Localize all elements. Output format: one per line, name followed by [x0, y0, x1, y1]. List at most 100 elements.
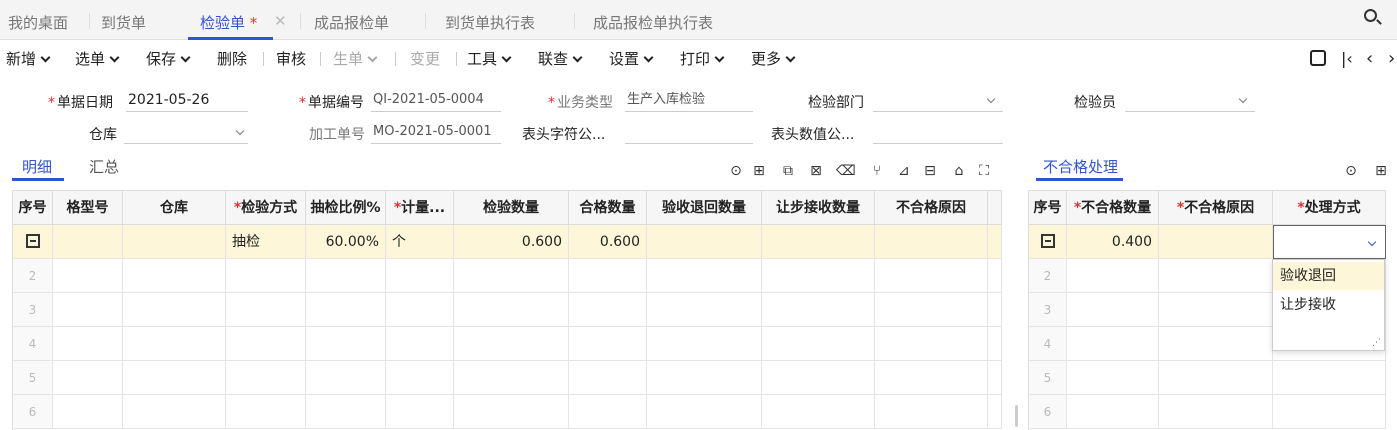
- column-header[interactable]: 验收退回数量: [647, 191, 762, 225]
- table-cell[interactable]: [1159, 361, 1273, 395]
- settings-button[interactable]: 设置: [609, 48, 654, 69]
- table-cell[interactable]: [454, 259, 569, 293]
- row-number[interactable]: 6: [13, 395, 53, 429]
- tab-detail[interactable]: 明细: [22, 156, 52, 177]
- table-cell[interactable]: [875, 361, 988, 395]
- table-cell[interactable]: [875, 293, 988, 327]
- table-cell[interactable]: [386, 395, 454, 429]
- fullscreen-icon[interactable]: ⛶: [976, 163, 992, 179]
- chevron-down-icon[interactable]: [1367, 237, 1377, 247]
- table-cell[interactable]: [226, 395, 306, 429]
- table-cell[interactable]: [386, 293, 454, 327]
- table-cell[interactable]: [647, 225, 762, 259]
- table-cell[interactable]: [762, 293, 875, 327]
- work-order-field[interactable]: MO-2021-05-0001: [371, 122, 501, 144]
- table-cell[interactable]: [1067, 327, 1159, 361]
- next-record-icon[interactable]: ›: [1388, 48, 1395, 69]
- handling-select[interactable]: [1273, 225, 1386, 259]
- scrollbar-thumb[interactable]: [1015, 405, 1018, 427]
- table-cell[interactable]: [53, 395, 123, 429]
- table-cell[interactable]: 60.00%: [306, 225, 386, 259]
- column-header[interactable]: 序号: [13, 191, 53, 225]
- table-cell[interactable]: [762, 327, 875, 361]
- table-cell[interactable]: 0.600: [454, 225, 569, 259]
- table-cell[interactable]: [306, 259, 386, 293]
- select-button[interactable]: 选单: [75, 48, 120, 69]
- table-cell[interactable]: [647, 361, 762, 395]
- table-cell[interactable]: [226, 327, 306, 361]
- table-cell[interactable]: [569, 361, 647, 395]
- table-cell[interactable]: 0.400: [1067, 225, 1159, 259]
- table-cell[interactable]: [226, 259, 306, 293]
- table-cell[interactable]: [762, 361, 875, 395]
- insert-row-icon[interactable]: ⊞: [1373, 163, 1389, 179]
- tools-button[interactable]: 工具: [467, 48, 512, 69]
- char-field-input[interactable]: [625, 122, 753, 144]
- doc-date-field[interactable]: 2021-05-26: [126, 90, 248, 112]
- table-cell[interactable]: [1067, 395, 1159, 429]
- save-button[interactable]: 保存: [146, 48, 191, 69]
- column-header[interactable]: 让步接收数量: [762, 191, 875, 225]
- resize-handle-icon[interactable]: ⋰: [1372, 338, 1381, 348]
- generate-button[interactable]: 生单: [333, 48, 378, 69]
- row-number[interactable]: 5: [13, 361, 53, 395]
- table-cell[interactable]: [306, 293, 386, 327]
- table-cell[interactable]: [1273, 361, 1386, 395]
- tab-desktop[interactable]: 我的桌面: [8, 12, 68, 33]
- table-cell[interactable]: [53, 259, 123, 293]
- inspector-select[interactable]: [1125, 90, 1255, 112]
- table-cell[interactable]: [762, 225, 875, 259]
- table-cell[interactable]: [569, 327, 647, 361]
- table-cell[interactable]: [1067, 293, 1159, 327]
- warehouse-select[interactable]: [124, 122, 248, 144]
- table-cell[interactable]: [386, 327, 454, 361]
- table-cell[interactable]: [226, 361, 306, 395]
- copy-row-icon[interactable]: ⧉: [780, 163, 796, 179]
- table-cell[interactable]: [647, 395, 762, 429]
- column-header[interactable]: 不合格原因: [875, 191, 988, 225]
- table-cell[interactable]: [1159, 327, 1273, 361]
- table-cell[interactable]: 0.600: [569, 225, 647, 259]
- location-icon[interactable]: ⊙: [728, 163, 744, 179]
- table-cell[interactable]: [762, 395, 875, 429]
- table-cell[interactable]: [53, 361, 123, 395]
- column-header[interactable]: 合格数量: [569, 191, 647, 225]
- column-header[interactable]: *不合格原因: [1159, 191, 1273, 225]
- tab-product-report-exec[interactable]: 成品报检单执行表: [593, 12, 713, 33]
- chart-icon[interactable]: ⊿: [896, 163, 912, 179]
- scan-icon[interactable]: [1310, 50, 1326, 66]
- tab-close-icon[interactable]: ✕: [274, 12, 287, 30]
- column-header[interactable]: *计量...: [386, 191, 454, 225]
- table-cell[interactable]: [386, 361, 454, 395]
- row-edit-icon[interactable]: [25, 234, 40, 248]
- location-icon[interactable]: ⊙: [1343, 163, 1359, 179]
- table-cell[interactable]: [1067, 361, 1159, 395]
- num-field-input[interactable]: [873, 122, 1003, 144]
- column-header[interactable]: 检验数量: [454, 191, 569, 225]
- dept-select[interactable]: [873, 90, 1003, 112]
- row-number[interactable]: 6: [1029, 395, 1067, 429]
- tab-summary[interactable]: 汇总: [89, 156, 119, 177]
- table-cell[interactable]: [123, 361, 226, 395]
- column-header[interactable]: *检验方式: [226, 191, 306, 225]
- table-cell[interactable]: [875, 259, 988, 293]
- table-cell[interactable]: [875, 225, 988, 259]
- insert-row-icon[interactable]: ⊞: [751, 163, 767, 179]
- table-cell[interactable]: [569, 259, 647, 293]
- row-number[interactable]: 3: [1029, 293, 1067, 327]
- column-header[interactable]: *处理方式: [1273, 191, 1386, 225]
- table-cell[interactable]: [123, 293, 226, 327]
- table-cell[interactable]: [569, 395, 647, 429]
- doc-no-field[interactable]: QI-2021-05-0004: [371, 90, 501, 112]
- row-number[interactable]: 2: [13, 259, 53, 293]
- table-cell[interactable]: [306, 361, 386, 395]
- column-header[interactable]: *不合格数量: [1067, 191, 1159, 225]
- table-cell[interactable]: [454, 327, 569, 361]
- column-header[interactable]: 序号: [1029, 191, 1067, 225]
- row-edit-icon[interactable]: [1040, 234, 1055, 248]
- change-button[interactable]: 变更: [410, 48, 440, 69]
- table-cell[interactable]: [123, 327, 226, 361]
- table-cell[interactable]: [1159, 259, 1273, 293]
- linkquery-button[interactable]: 联查: [538, 48, 583, 69]
- tab-arrival-exec[interactable]: 到货单执行表: [445, 12, 535, 33]
